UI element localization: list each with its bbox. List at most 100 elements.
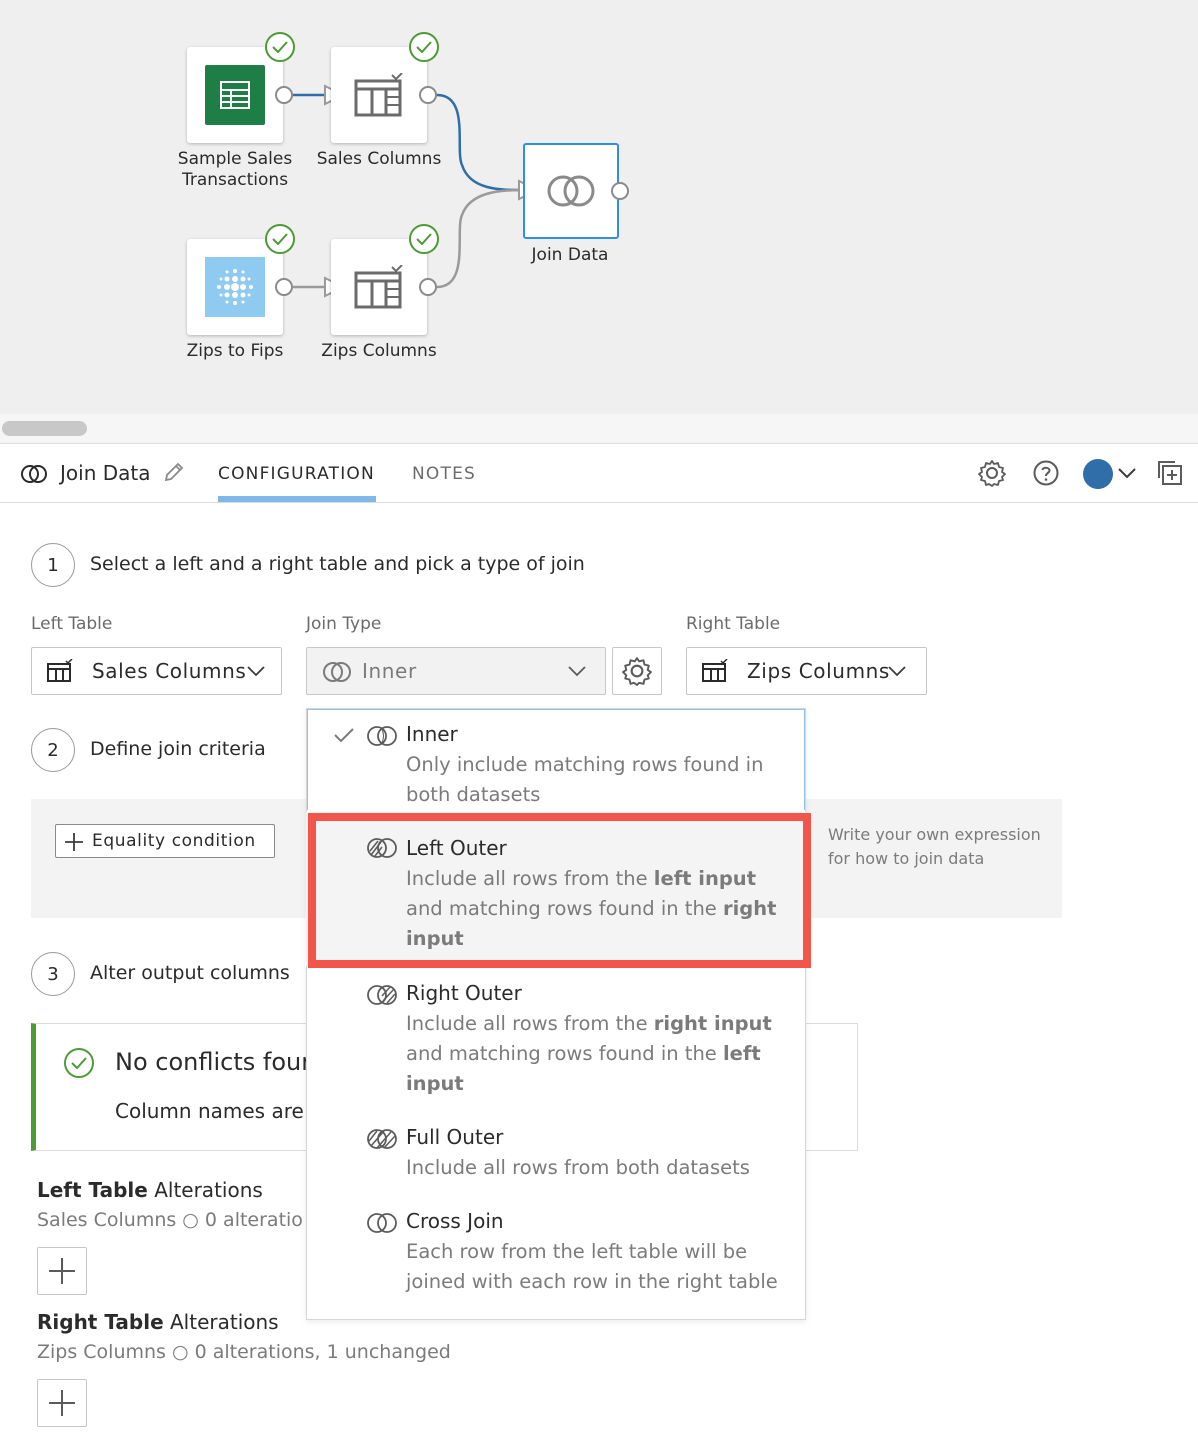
node-label: Sample Sales Transactions	[177, 149, 293, 190]
workflow-canvas[interactable]: Sample Sales Transactions Sales Columns …	[0, 0, 1198, 414]
step-description: Select a left and a right table and pick…	[90, 553, 585, 575]
table-columns-icon	[47, 659, 73, 682]
join-type-value: Inner	[362, 659, 417, 683]
join-icon	[323, 662, 351, 682]
left-table-label: Left Table	[31, 614, 113, 634]
join-option-inner[interactable]: Inner Only include matching rows found i…	[306, 709, 806, 810]
output-port[interactable]	[611, 182, 629, 200]
right-table-alterations-title: Right Table Alterations	[37, 1310, 279, 1334]
option-description: Include all rows from the left input and…	[406, 864, 786, 954]
output-port[interactable]	[275, 278, 293, 296]
description-text: and matching rows found in the	[406, 897, 723, 920]
alterations-title-bold: Right Table	[37, 1310, 164, 1334]
left-table-select[interactable]: Sales Columns	[31, 647, 282, 695]
step-description: Define join criteria	[90, 738, 266, 760]
node-zips-columns[interactable]	[331, 239, 427, 335]
description-line: Include all rows from both datasets	[406, 1156, 750, 1179]
node-label: Join Data	[531, 245, 609, 265]
left-table-alterations-summary: Sales Columns ○ 0 alteratio	[37, 1209, 303, 1231]
join-settings-button[interactable]	[612, 647, 662, 695]
description-bold: right input	[653, 1012, 772, 1035]
tab-configuration[interactable]: CONFIGURATION	[218, 464, 375, 484]
gear-icon	[622, 657, 652, 686]
cross-join-icon	[367, 1213, 397, 1233]
alterations-title-rest: Alterations	[147, 1178, 263, 1202]
right-table-value: Zips Columns	[747, 659, 890, 683]
option-description: Only include matching rows found in both…	[406, 750, 786, 810]
tab-notes[interactable]: NOTES	[412, 464, 476, 484]
join-type-label: Join Type	[306, 614, 382, 634]
option-description: Each row from the left table will be joi…	[406, 1237, 796, 1297]
description-line: joined with each row in the right table	[406, 1270, 778, 1293]
table-columns-icon	[354, 73, 403, 117]
scrollbar-thumb[interactable]	[2, 421, 87, 436]
chevron-down-icon	[568, 666, 586, 677]
pencil-edit-icon[interactable]	[163, 461, 185, 483]
description-text: Include all rows from the	[406, 867, 654, 890]
add-equality-condition-button[interactable]: Equality condition	[55, 824, 275, 858]
description-text: Include all rows from the	[406, 1012, 654, 1035]
output-port[interactable]	[419, 278, 437, 296]
left-table-alterations-title: Left Table Alterations	[37, 1178, 263, 1202]
user-avatar[interactable]	[1083, 459, 1113, 489]
chevron-down-icon	[247, 666, 265, 677]
description-line: both datasets	[406, 783, 541, 806]
open-in-new-window-icon[interactable]	[1157, 460, 1183, 486]
success-check-icon	[64, 1048, 94, 1078]
panel-header: Join Data CONFIGURATION NOTES	[0, 444, 1198, 503]
table-columns-icon	[702, 659, 728, 682]
join-option-right-outer[interactable]: Right Outer Include all rows from the ri…	[306, 968, 806, 1108]
spreadsheet-icon	[205, 65, 265, 125]
chevron-down-icon[interactable]	[1117, 466, 1137, 480]
node-label: Sales Columns	[316, 149, 442, 169]
option-description: Include all rows from both datasets	[406, 1153, 786, 1183]
left-outer-join-icon	[367, 838, 397, 858]
join-icon	[21, 465, 47, 483]
right-outer-join-icon	[367, 985, 397, 1005]
node-label: Zips Columns	[321, 341, 437, 361]
expression-hint-line: for how to join data	[828, 849, 985, 868]
help-icon[interactable]	[1033, 460, 1059, 486]
step-number: 1	[31, 543, 75, 587]
horizontal-scrollbar[interactable]	[0, 414, 1198, 444]
active-tab-indicator	[218, 496, 376, 502]
chevron-down-icon	[888, 666, 906, 677]
description-bold: left input	[653, 867, 757, 890]
description-line: Only include matching rows found in	[406, 753, 764, 776]
output-port[interactable]	[419, 86, 437, 104]
plus-icon	[49, 1390, 75, 1416]
conflicts-title: No conflicts four	[115, 1048, 312, 1076]
join-type-select[interactable]: Inner	[306, 647, 606, 695]
add-left-alteration-button[interactable]	[37, 1247, 87, 1295]
add-right-alteration-button[interactable]	[37, 1379, 87, 1427]
node-sales-columns[interactable]	[331, 47, 427, 143]
node-join-data[interactable]	[523, 143, 619, 239]
success-check-icon	[409, 32, 439, 62]
plus-icon	[65, 833, 83, 851]
success-check-icon	[265, 224, 295, 254]
panel-title: Join Data	[60, 461, 151, 485]
join-option-cross-join[interactable]: Cross Join Each row from the left table …	[306, 1196, 806, 1306]
equality-button-label: Equality condition	[92, 831, 256, 851]
join-option-full-outer[interactable]: Full Outer Include all rows from both da…	[306, 1112, 806, 1192]
gear-icon[interactable]	[978, 459, 1006, 487]
node-label: Zips to Fips	[186, 341, 284, 361]
output-port[interactable]	[275, 86, 293, 104]
success-check-icon	[265, 32, 295, 62]
node-sample-sales-transactions[interactable]	[187, 47, 283, 143]
alterations-title-rest: Alterations	[163, 1310, 279, 1334]
right-table-label: Right Table	[686, 614, 781, 634]
option-title: Cross Join	[406, 1209, 504, 1233]
expression-hint-line: Write your own expression	[828, 825, 1041, 844]
expression-hint: Write your own expression for how to joi…	[828, 823, 1041, 871]
right-table-select[interactable]: Zips Columns	[686, 647, 927, 695]
dataset-dots-icon	[205, 257, 265, 317]
node-zips-to-fips[interactable]	[187, 239, 283, 335]
option-title: Right Outer	[406, 981, 522, 1005]
inner-join-icon	[367, 726, 397, 746]
plus-icon	[49, 1258, 75, 1284]
option-description: Include all rows from the right input an…	[406, 1009, 786, 1099]
checkmark-icon	[334, 728, 354, 743]
option-title: Left Outer	[406, 836, 507, 860]
join-option-left-outer[interactable]: Left Outer Include all rows from the lef…	[306, 812, 806, 966]
